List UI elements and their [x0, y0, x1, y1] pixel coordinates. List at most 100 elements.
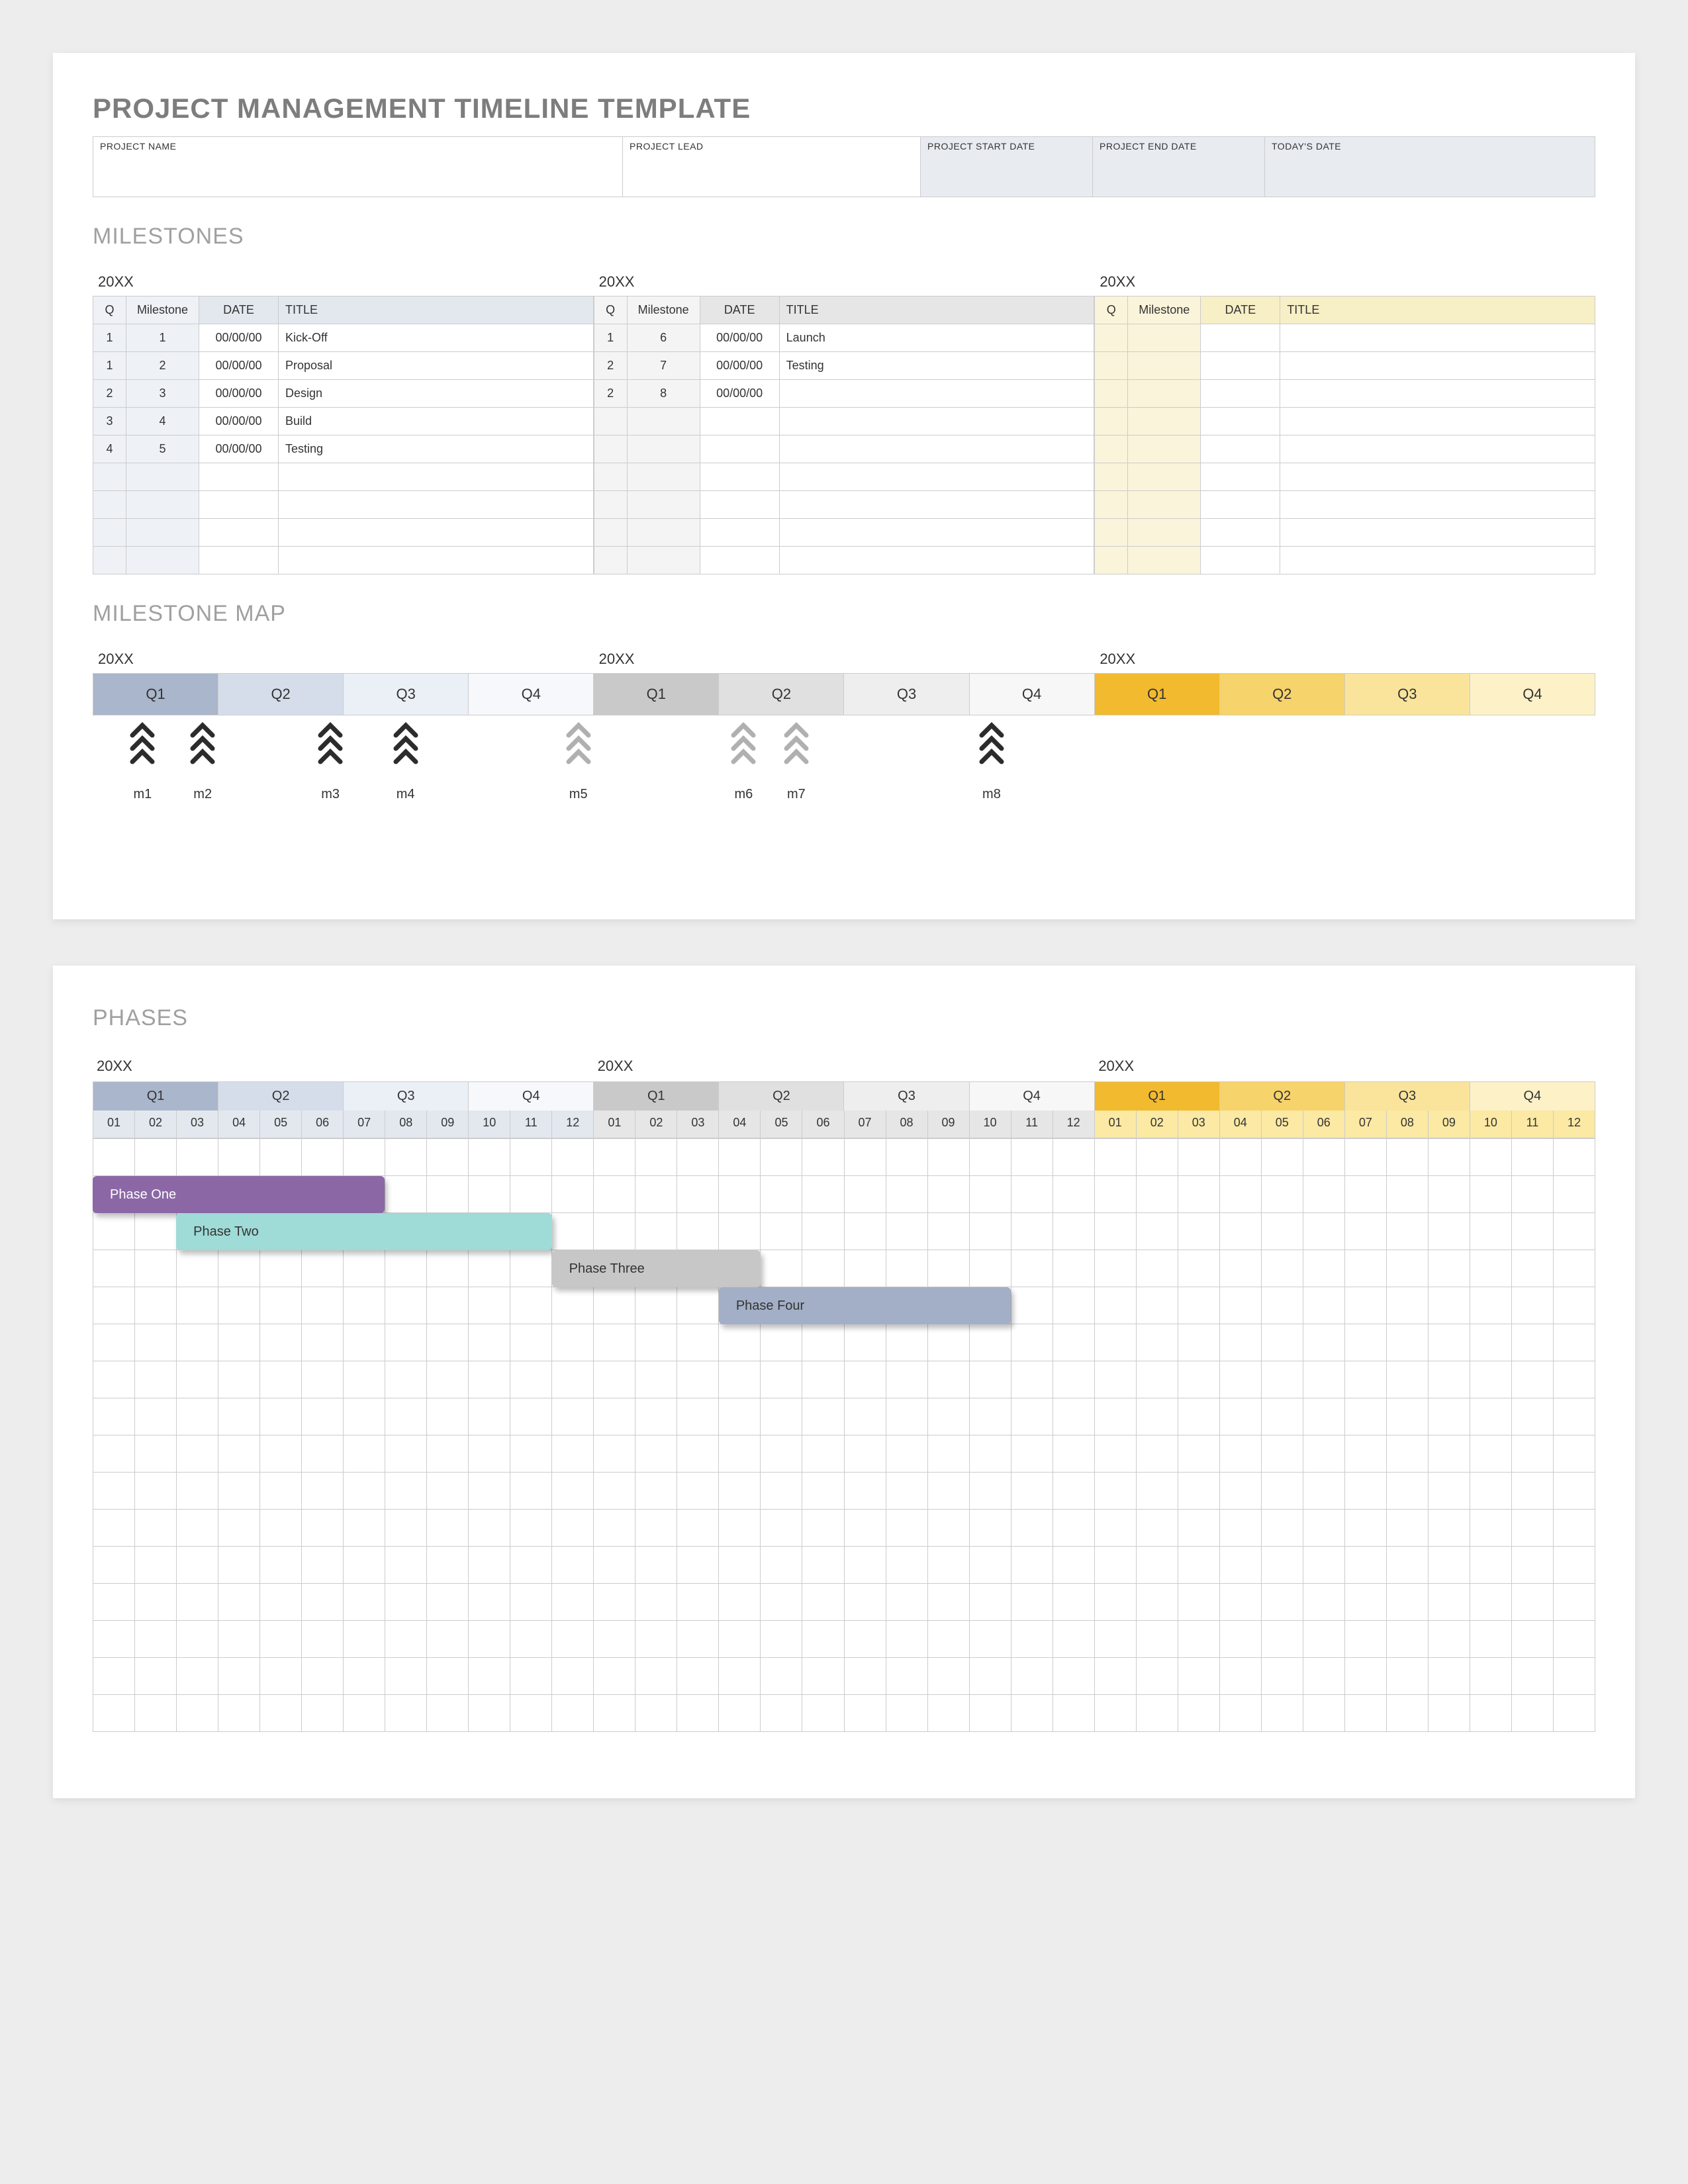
phases-cell[interactable] — [802, 1584, 844, 1621]
phases-cell[interactable] — [761, 1435, 802, 1473]
phases-cell[interactable] — [1137, 1361, 1178, 1398]
phases-cell[interactable] — [1053, 1139, 1095, 1176]
phases-cell[interactable] — [260, 1584, 302, 1621]
phases-cell[interactable] — [1345, 1250, 1387, 1287]
phases-cell[interactable] — [1429, 1361, 1470, 1398]
phases-cell[interactable] — [135, 1547, 177, 1584]
phases-cell[interactable] — [218, 1139, 260, 1176]
phases-cell[interactable] — [218, 1547, 260, 1584]
phases-cell[interactable] — [218, 1584, 260, 1621]
phases-cell[interactable] — [719, 1510, 761, 1547]
meta-start-date-value[interactable] — [921, 153, 1092, 197]
phases-cell[interactable] — [1512, 1250, 1554, 1287]
phases-cell[interactable] — [1137, 1176, 1178, 1213]
phases-cell[interactable] — [719, 1473, 761, 1510]
milestone-cell[interactable]: 00/00/00 — [700, 324, 779, 352]
phases-cell[interactable] — [1220, 1695, 1262, 1732]
milestone-cell[interactable] — [779, 519, 1094, 547]
phases-cell[interactable] — [928, 1695, 970, 1732]
phases-cell[interactable] — [886, 1621, 928, 1658]
phases-cell[interactable] — [469, 1547, 510, 1584]
phases-cell[interactable] — [1429, 1510, 1470, 1547]
phases-cell[interactable] — [260, 1250, 302, 1287]
phases-cell[interactable] — [928, 1176, 970, 1213]
phases-cell[interactable] — [1220, 1213, 1262, 1250]
phases-cell[interactable] — [469, 1584, 510, 1621]
phases-cell[interactable] — [177, 1473, 218, 1510]
phases-cell[interactable] — [510, 1398, 552, 1435]
phases-cell[interactable] — [1512, 1584, 1554, 1621]
meta-today-value[interactable] — [1265, 153, 1595, 197]
phases-cell[interactable] — [761, 1621, 802, 1658]
phases-cell[interactable] — [344, 1398, 385, 1435]
phases-cell[interactable] — [1178, 1250, 1220, 1287]
phases-cell[interactable] — [510, 1473, 552, 1510]
phases-cell[interactable] — [510, 1435, 552, 1473]
phases-cell[interactable] — [719, 1658, 761, 1695]
phases-cell[interactable] — [802, 1510, 844, 1547]
phases-cell[interactable] — [135, 1695, 177, 1732]
phases-cell[interactable] — [1053, 1473, 1095, 1510]
phases-cell[interactable] — [1303, 1398, 1345, 1435]
milestone-cell[interactable] — [627, 547, 700, 574]
phases-cell[interactable] — [510, 1584, 552, 1621]
phases-cell[interactable] — [1095, 1361, 1137, 1398]
phases-cell[interactable] — [761, 1176, 802, 1213]
phases-cell[interactable] — [928, 1324, 970, 1361]
milestone-cell[interactable] — [594, 408, 627, 435]
phases-cell[interactable] — [1512, 1361, 1554, 1398]
phases-cell[interactable] — [93, 1250, 135, 1287]
phases-cell[interactable] — [886, 1139, 928, 1176]
milestone-cell[interactable]: 00/00/00 — [199, 324, 279, 352]
phases-cell[interactable] — [1345, 1324, 1387, 1361]
phases-cell[interactable] — [761, 1547, 802, 1584]
phases-cell[interactable] — [510, 1547, 552, 1584]
phases-cell[interactable] — [1178, 1213, 1220, 1250]
phases-cell[interactable] — [135, 1435, 177, 1473]
milestone-row[interactable] — [594, 519, 1094, 547]
phases-cell[interactable] — [1554, 1324, 1595, 1361]
phases-cell[interactable] — [1137, 1658, 1178, 1695]
phases-cell[interactable] — [177, 1250, 218, 1287]
meta-project-name[interactable]: PROJECT NAME — [93, 137, 623, 197]
phases-cell[interactable] — [1387, 1658, 1429, 1695]
phase-bar[interactable]: Phase Three — [552, 1250, 761, 1287]
phases-cell[interactable] — [344, 1435, 385, 1473]
phases-cell[interactable] — [845, 1695, 886, 1732]
phases-cell[interactable] — [427, 1435, 469, 1473]
milestone-cell[interactable] — [1201, 408, 1280, 435]
phases-cell[interactable] — [594, 1584, 635, 1621]
phases-cell[interactable] — [93, 1621, 135, 1658]
phases-cell[interactable] — [1470, 1324, 1512, 1361]
meta-project-lead[interactable]: PROJECT LEAD — [623, 137, 921, 197]
phases-cell[interactable] — [469, 1324, 510, 1361]
phases-cell[interactable] — [1429, 1287, 1470, 1324]
phases-cell[interactable] — [677, 1139, 719, 1176]
phases-cell[interactable] — [427, 1250, 469, 1287]
milestone-row[interactable]: 1600/00/00Launch — [594, 324, 1094, 352]
phases-cell[interactable] — [761, 1510, 802, 1547]
phases-cell[interactable] — [802, 1250, 844, 1287]
milestone-cell[interactable] — [627, 463, 700, 491]
phases-cell[interactable] — [1262, 1176, 1303, 1213]
phases-cell[interactable] — [1387, 1361, 1429, 1398]
milestone-cell[interactable] — [1095, 435, 1128, 463]
milestone-cell[interactable]: 4 — [93, 435, 126, 463]
milestone-cell[interactable] — [594, 547, 627, 574]
phases-cell[interactable] — [177, 1398, 218, 1435]
phases-cell[interactable] — [552, 1287, 594, 1324]
milestone-row[interactable] — [1095, 380, 1595, 408]
phases-cell[interactable] — [1220, 1139, 1262, 1176]
phases-cell[interactable] — [761, 1473, 802, 1510]
phases-cell[interactable] — [177, 1658, 218, 1695]
phases-cell[interactable] — [1011, 1176, 1053, 1213]
phases-cell[interactable] — [677, 1510, 719, 1547]
phases-cell[interactable] — [1512, 1176, 1554, 1213]
phases-cell[interactable] — [260, 1658, 302, 1695]
phases-cell[interactable] — [1303, 1250, 1345, 1287]
phases-cell[interactable] — [469, 1398, 510, 1435]
phases-cell[interactable] — [1345, 1139, 1387, 1176]
phases-cell[interactable] — [1053, 1510, 1095, 1547]
phases-cell[interactable] — [469, 1176, 510, 1213]
milestone-cell[interactable] — [199, 519, 279, 547]
